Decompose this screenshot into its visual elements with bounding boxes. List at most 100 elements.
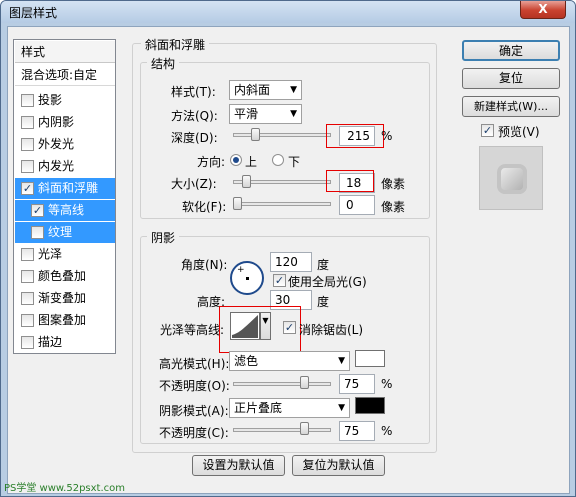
- sidebar-checkbox[interactable]: [21, 94, 34, 107]
- highlight-mode-label: 高光模式(H):: [159, 357, 230, 371]
- soften-input[interactable]: 0: [339, 195, 375, 215]
- shadow-opacity-unit: %: [381, 424, 393, 438]
- sidebar-item-label: 图案叠加: [38, 313, 87, 327]
- sidebar-item-label: 渐变叠加: [38, 291, 87, 305]
- sidebar-checkbox[interactable]: [21, 314, 34, 327]
- set-default-button[interactable]: 设置为默认值: [192, 455, 285, 476]
- angle-input[interactable]: 120: [270, 252, 312, 272]
- soften-slider-track[interactable]: [233, 202, 331, 206]
- highlight-mode-value: 滤色: [234, 354, 259, 368]
- preview-checkbox[interactable]: ✓: [481, 124, 494, 137]
- sidebar-checkbox[interactable]: [21, 336, 34, 349]
- global-light-label: 使用全局光(G): [288, 275, 367, 289]
- sidebar-checkbox[interactable]: [21, 292, 34, 305]
- sidebar-item[interactable]: 渐变叠加: [15, 288, 115, 309]
- global-light-checkbox[interactable]: ✓: [273, 274, 286, 287]
- size-unit: 像素: [381, 177, 406, 191]
- sidebar-checkbox[interactable]: [21, 270, 34, 283]
- sidebar-checkbox[interactable]: [21, 248, 34, 261]
- sidebar-checkbox[interactable]: [21, 116, 34, 129]
- sidebar-item[interactable]: 光泽: [15, 244, 115, 265]
- depth-slider-thumb[interactable]: [250, 128, 260, 141]
- sidebar-checkbox[interactable]: ✓: [21, 182, 34, 195]
- gloss-contour-picker[interactable]: [230, 312, 260, 340]
- gloss-contour-label: 光泽等高线:: [160, 323, 225, 337]
- sidebar-item[interactable]: 颜色叠加: [15, 266, 115, 287]
- reset-default-button[interactable]: 复位为默认值: [292, 455, 385, 476]
- style-dropdown[interactable]: 内斜面 ▼: [229, 80, 302, 100]
- sidebar-item[interactable]: 外发光: [15, 134, 115, 155]
- sidebar-item-label: 纹理: [48, 225, 73, 239]
- sidebar-item[interactable]: 纹理: [15, 222, 115, 243]
- close-button[interactable]: X: [520, 1, 566, 19]
- sidebar-item[interactable]: ✓ 等高线: [15, 200, 115, 221]
- angle-label: 角度(N):: [181, 258, 228, 272]
- styles-header[interactable]: 样式: [15, 41, 115, 63]
- antialias-checkbox[interactable]: ✓: [283, 321, 296, 334]
- direction-up-radio[interactable]: [230, 154, 242, 166]
- method-dropdown[interactable]: 平滑 ▼: [229, 104, 302, 124]
- highlight-mode-dropdown[interactable]: 滤色 ▼: [229, 351, 350, 371]
- sidebar-checkbox[interactable]: [21, 138, 34, 151]
- sidebar-item[interactable]: 内发光: [15, 156, 115, 177]
- shadow-mode-value: 正片叠底: [234, 401, 283, 415]
- depth-slider-track[interactable]: [233, 133, 331, 137]
- shadow-opacity-label: 不透明度(C):: [159, 426, 229, 440]
- chevron-down-icon: ▼: [290, 109, 297, 119]
- angle-unit: 度: [317, 258, 330, 272]
- sidebar-item-label: 外发光: [38, 137, 75, 151]
- sidebar-item-label: 斜面和浮雕: [38, 181, 99, 195]
- structure-title: 结构: [147, 55, 180, 72]
- depth-highlight-box: [326, 124, 384, 148]
- shadow-opacity-thumb[interactable]: [299, 422, 309, 435]
- new-style-button[interactable]: 新建样式(W)...: [462, 96, 560, 117]
- direction-down-radio[interactable]: [272, 154, 284, 166]
- blending-options[interactable]: 混合选项:自定: [15, 65, 115, 86]
- shadow-mode-label: 阴影模式(A):: [159, 404, 229, 418]
- soften-label: 软化(F):: [182, 200, 227, 214]
- shadow-color-swatch[interactable]: [355, 397, 385, 414]
- sidebar-item[interactable]: 图案叠加: [15, 310, 115, 331]
- sidebar-item[interactable]: ✓ 斜面和浮雕: [15, 178, 115, 199]
- style-label: 样式(T):: [171, 85, 216, 99]
- sidebar-item-label: 内阴影: [38, 115, 75, 129]
- size-slider-thumb[interactable]: [241, 175, 251, 188]
- highlight-opacity-thumb[interactable]: [299, 376, 309, 389]
- sidebar-item-label: 描边: [38, 335, 63, 349]
- style-preview-swatch: [479, 146, 543, 210]
- sidebar-checkbox[interactable]: [21, 160, 34, 173]
- shadow-opacity-track[interactable]: [233, 428, 331, 432]
- highlight-opacity-input[interactable]: 75: [339, 374, 375, 394]
- method-value: 平滑: [234, 107, 259, 121]
- sidebar-checkbox[interactable]: [31, 226, 44, 239]
- crosshair-icon: +: [237, 265, 245, 275]
- sidebar-checkbox[interactable]: ✓: [31, 204, 44, 217]
- soften-slider-thumb[interactable]: [233, 197, 242, 210]
- ok-button[interactable]: 确定: [462, 40, 560, 61]
- reset-button[interactable]: 复位: [462, 68, 560, 89]
- angle-dial[interactable]: +: [230, 261, 264, 295]
- sidebar-item[interactable]: 投影: [15, 90, 115, 111]
- shadow-mode-dropdown[interactable]: 正片叠底 ▼: [229, 398, 350, 418]
- chevron-down-icon: ▼: [338, 403, 345, 413]
- title-bar[interactable]: 图层样式 X: [1, 1, 575, 23]
- highlight-opacity-label: 不透明度(O):: [159, 379, 230, 393]
- shadow-opacity-input[interactable]: 75: [339, 421, 375, 441]
- direction-down-label: 下: [288, 155, 301, 169]
- sidebar-item-label: 等高线: [48, 203, 85, 217]
- gloss-contour-dropdown-arrow[interactable]: ▼: [260, 312, 271, 340]
- sidebar-item[interactable]: 描边: [15, 332, 115, 353]
- highlight-opacity-track[interactable]: [233, 382, 331, 386]
- window-title: 图层样式: [9, 6, 58, 20]
- sidebar-item-label: 内发光: [38, 159, 75, 173]
- sidebar-item[interactable]: 内阴影: [15, 112, 115, 133]
- highlight-color-swatch[interactable]: [355, 350, 385, 367]
- chevron-down-icon: ▼: [338, 356, 345, 366]
- watermark: PS学堂 www.52psxt.com: [4, 483, 126, 494]
- preview-label: 预览(V): [498, 125, 540, 139]
- antialias-label: 消除锯齿(L): [299, 323, 364, 337]
- direction-label: 方向:: [197, 155, 226, 169]
- depth-unit: %: [381, 129, 393, 143]
- style-value: 内斜面: [234, 83, 271, 97]
- sidebar-item-label: 光泽: [38, 247, 63, 261]
